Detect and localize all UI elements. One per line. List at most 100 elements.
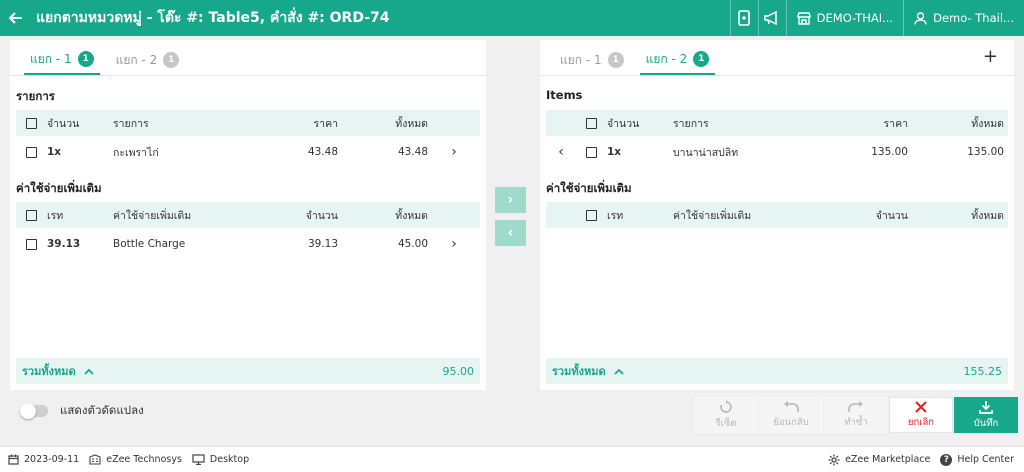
tab-split-1[interactable]: แยก - 1 1 [24,45,100,75]
move-to-right-button[interactable]: › [495,187,526,213]
show-modifiers-toggle[interactable]: แสดงตัวดัดแปลง [20,402,144,420]
help-center-link[interactable]: ? Help Center [940,453,1014,466]
items-table-header: จำนวน รายการ ราคา ทั้งหมด [16,110,480,136]
col-name: ค่าใช้จ่ายเพิ่มเติม [113,209,192,222]
chevron-up-icon [83,368,94,375]
device-button[interactable] [729,0,758,36]
tab-split-1[interactable]: แยก - 1 1 [554,45,630,75]
page-title: แยกตามหมวดหมู่ - โต๊ะ #: Table5, คำสั่ง … [36,10,390,26]
select-all-checkbox[interactable] [586,117,597,129]
tab-count-badge: 1 [607,52,624,68]
items-table-header: จำนวน รายการ ราคา ทั้งหมด [546,110,1008,136]
status-company: eZee Technosys [89,454,182,465]
user-menu[interactable]: Demo- Thail... [903,0,1024,36]
redo-label: ทำซ้ำ [844,416,868,428]
outlet-selector[interactable]: DEMO-THAI... [785,0,903,36]
split-panel-right: แยก - 1 1 แยก - 2 1 + Items จำนวน รายการ… [540,40,1014,390]
calendar-icon [8,454,19,465]
help-icon: ? [940,453,953,466]
table-row: ‹ 1x บานาน่าสปลิท 135.00 135.00 [546,136,1008,168]
total-bar[interactable]: รวมทั้งหมด 95.00 [16,358,480,384]
back-button[interactable] [0,0,32,36]
total-bar[interactable]: รวมทั้งหมด 155.25 [546,358,1008,384]
row-checkbox[interactable] [26,238,37,250]
undo-icon [784,400,799,412]
col-rate: เรท [47,209,64,222]
tab-count-badge: 1 [77,51,94,67]
save-button[interactable]: บันทึก [954,397,1018,433]
cancel-button[interactable]: ยกเลิก [889,397,953,433]
extra-qty: 39.13 [307,238,338,250]
megaphone-icon [764,11,777,25]
extra-charges-section-title: ค่าใช้จ่ายเพิ่มเติม [16,181,102,195]
tab-split-2[interactable]: แยก - 2 1 [639,45,716,75]
tab-label: แยก - 1 [30,51,72,66]
col-qty: จำนวน [875,209,908,222]
store-icon [796,11,811,25]
total-label: รวมทั้งหมด [22,365,76,378]
undo-label: ย้อนกลับ [773,416,809,428]
reset-icon [720,399,732,413]
reset-label: รีเซ็ต [715,417,737,429]
toggle-label: แสดงตัวดัดแปลง [60,403,144,417]
user-icon [914,11,927,25]
row-checkbox[interactable] [26,146,37,158]
item-name: บานาน่าสปลิท [673,146,739,159]
tablet-icon [738,10,750,26]
chevron-left-icon: ‹ [507,225,514,241]
cancel-label: ยกเลิก [907,416,935,428]
extra-total: 45.00 [397,238,428,250]
marketplace-link[interactable]: eZee Marketplace [828,454,930,466]
outlet-name: DEMO-THAI... [816,11,894,25]
col-price: ราคา [883,117,908,130]
row-checkbox[interactable] [586,146,597,158]
status-device: Desktop [192,454,249,465]
tab-label: แยก - 2 [645,51,688,66]
split-tabs: แยก - 1 1 แยก - 2 1 [10,40,486,76]
app-header: แยกตามหมวดหมู่ - โต๊ะ #: Table5, คำสั่ง … [0,0,1024,36]
status-bar: 2023-09-11 eZee Technosys Desktop eZee M… [0,446,1024,472]
items-section-title: รายการ [16,89,55,103]
tab-label: แยก - 2 [115,52,158,67]
chevron-right-icon: › [507,192,514,208]
table-row: 39.13 Bottle Charge 39.13 45.00 › [16,228,480,260]
tab-split-2[interactable]: แยก - 2 1 [110,45,186,75]
announcement-button[interactable] [757,0,786,36]
col-qty: จำนวน [607,117,640,130]
user-name: Demo- Thail... [933,11,1014,25]
select-all-checkbox[interactable] [26,209,37,221]
move-right-icon[interactable]: › [428,144,480,160]
total-value: 95.00 [442,364,475,378]
tab-label: แยก - 1 [560,52,602,67]
col-name: ค่าใช้จ่ายเพิ่มเติม [673,209,752,222]
extra-table-header: เรท ค่าใช้จ่ายเพิ่มเติม จำนวน ทั้งหมด [546,202,1008,228]
item-total: 135.00 [967,146,1004,158]
monitor-icon [192,454,205,465]
split-panel-left: แยก - 1 1 แยก - 2 1 รายการ จำนวน รายการ … [10,40,486,390]
toggle-switch[interactable] [20,403,48,419]
table-row: 1x กะเพราไก่ 43.48 43.48 › [16,136,480,168]
col-rate: เรท [607,209,624,222]
col-price: ราคา [313,117,338,130]
redo-button[interactable]: ทำซ้ำ [824,397,888,433]
select-all-checkbox[interactable] [586,209,597,221]
move-left-icon[interactable]: ‹ [546,144,576,160]
select-all-checkbox[interactable] [26,117,37,129]
reset-button[interactable]: รีเซ็ต [694,397,758,433]
building-icon [89,454,101,465]
col-qty: จำนวน [305,209,338,222]
action-bar: รีเซ็ต ย้อนกลับ ทำซ้ำ ยกเลิก บันทึก [693,397,1018,433]
extra-name: Bottle Charge [113,238,186,250]
total-label: รวมทั้งหมด [552,365,606,378]
items-section-title: Items [546,88,583,102]
item-price: 43.48 [307,146,338,158]
move-right-icon[interactable]: › [428,236,480,252]
move-to-left-button[interactable]: ‹ [495,220,526,246]
item-qty: 1x [47,146,62,158]
chevron-up-icon [613,368,624,375]
undo-button[interactable]: ย้อนกลับ [759,397,823,433]
add-split-button[interactable]: + [983,46,998,67]
col-name: รายการ [673,117,709,130]
arrow-left-icon [9,12,22,24]
col-total: ทั้งหมด [395,209,428,222]
